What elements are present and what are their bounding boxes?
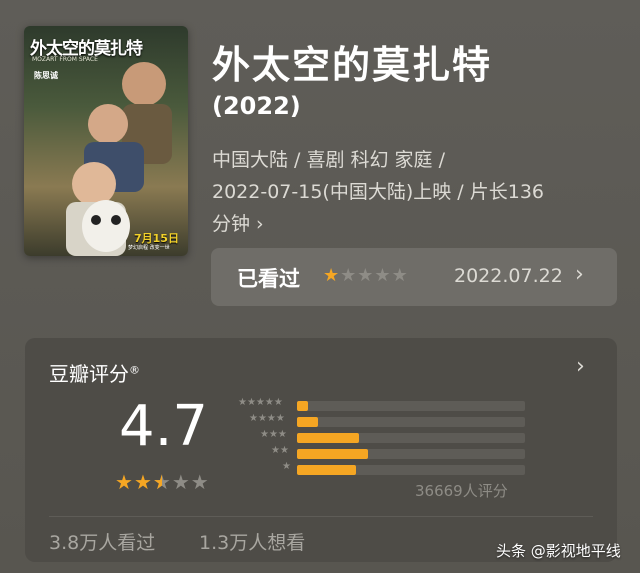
movie-year: (2022)	[212, 92, 301, 120]
watched-status-bar[interactable]: 已看过 ★★★★★ 2022.07.22 ›	[211, 248, 617, 306]
distribution-row-5: ★★★★★	[231, 397, 531, 414]
distribution-track	[297, 417, 525, 427]
star-icon: ★	[391, 265, 409, 286]
distribution-row-2: ★★	[231, 445, 531, 462]
distribution-bar-1	[297, 465, 357, 475]
distribution-bar-5	[297, 401, 309, 411]
rating-score: 4.7	[119, 394, 209, 459]
distribution-bar-2	[297, 449, 368, 459]
distribution-track	[297, 433, 525, 443]
movie-poster[interactable]: 外太空的莫扎特 MOZART FROM SPACE 陈思诚 7月15日 梦幻启程…	[24, 26, 188, 256]
user-rating-stars: ★★★★★	[323, 265, 409, 286]
poster-subtitle: MOZART FROM SPACE	[32, 56, 98, 63]
poster-cast: 陈思诚	[34, 71, 58, 80]
star-icon: ★	[374, 265, 392, 286]
half-star-icon: ★	[153, 470, 172, 494]
rating-count: 36669人评分	[415, 482, 508, 500]
watermark: 头条 @影视地平线	[496, 542, 621, 560]
divider	[49, 516, 593, 517]
rating-title: 豆瓣评分®	[49, 362, 140, 386]
distribution-track	[297, 401, 525, 411]
watched-label: 已看过	[237, 267, 300, 291]
movie-meta[interactable]: 中国大陆 / 喜剧 科幻 家庭 / 2022-07-15(中国大陆)上映 / 片…	[212, 144, 622, 240]
star-icon: ★	[190, 470, 210, 494]
score-stars: ★★★ ★★	[115, 470, 210, 494]
poster-tagline: 梦幻启程 改变一世	[128, 245, 170, 251]
distribution-row-1: ★	[231, 461, 531, 478]
meta-line-genres: 中国大陆 / 喜剧 科幻 家庭 /	[212, 149, 446, 171]
meta-line-release: 2022-07-15(中国大陆)上映 / 片长136	[212, 181, 544, 203]
distribution-stars-1: ★	[282, 461, 291, 472]
star-icon: ★	[357, 265, 375, 286]
watched-date: 2022.07.22	[454, 265, 563, 287]
seen-count[interactable]: 3.8万人看过	[49, 528, 155, 555]
distribution-stars-3: ★★★	[260, 429, 287, 440]
distribution-bar-3	[297, 433, 359, 443]
distribution-row-4: ★★★★	[231, 413, 531, 430]
star-icon: ★	[133, 470, 153, 494]
star-icon: ★	[340, 265, 358, 286]
distribution-bar-4	[297, 417, 318, 427]
meta-line-duration: 分钟 ›	[212, 213, 264, 235]
distribution-stars-2: ★★	[271, 445, 289, 456]
distribution-track	[297, 449, 525, 459]
chevron-right-icon: ›	[575, 262, 584, 287]
star-icon: ★	[115, 470, 134, 494]
douban-rating-card[interactable]: 豆瓣评分® › 4.7 ★★★★★ ★★★★★★★★★★★★★★★ 36669人…	[25, 338, 617, 562]
want-count[interactable]: 1.3万人想看	[199, 528, 305, 555]
distribution-row-3: ★★★	[231, 429, 531, 446]
distribution-stars-5: ★★★★★	[238, 397, 283, 408]
movie-title: 外太空的莫扎特	[212, 43, 493, 87]
distribution-stars-4: ★★★★	[249, 413, 285, 424]
chevron-right-icon[interactable]: ›	[576, 354, 585, 379]
star-icon: ★	[323, 265, 341, 286]
movie-detail-page: 外太空的莫扎特 MOZART FROM SPACE 陈思诚 7月15日 梦幻启程…	[0, 0, 640, 573]
star-icon: ★	[171, 470, 191, 494]
distribution-track	[297, 465, 525, 475]
